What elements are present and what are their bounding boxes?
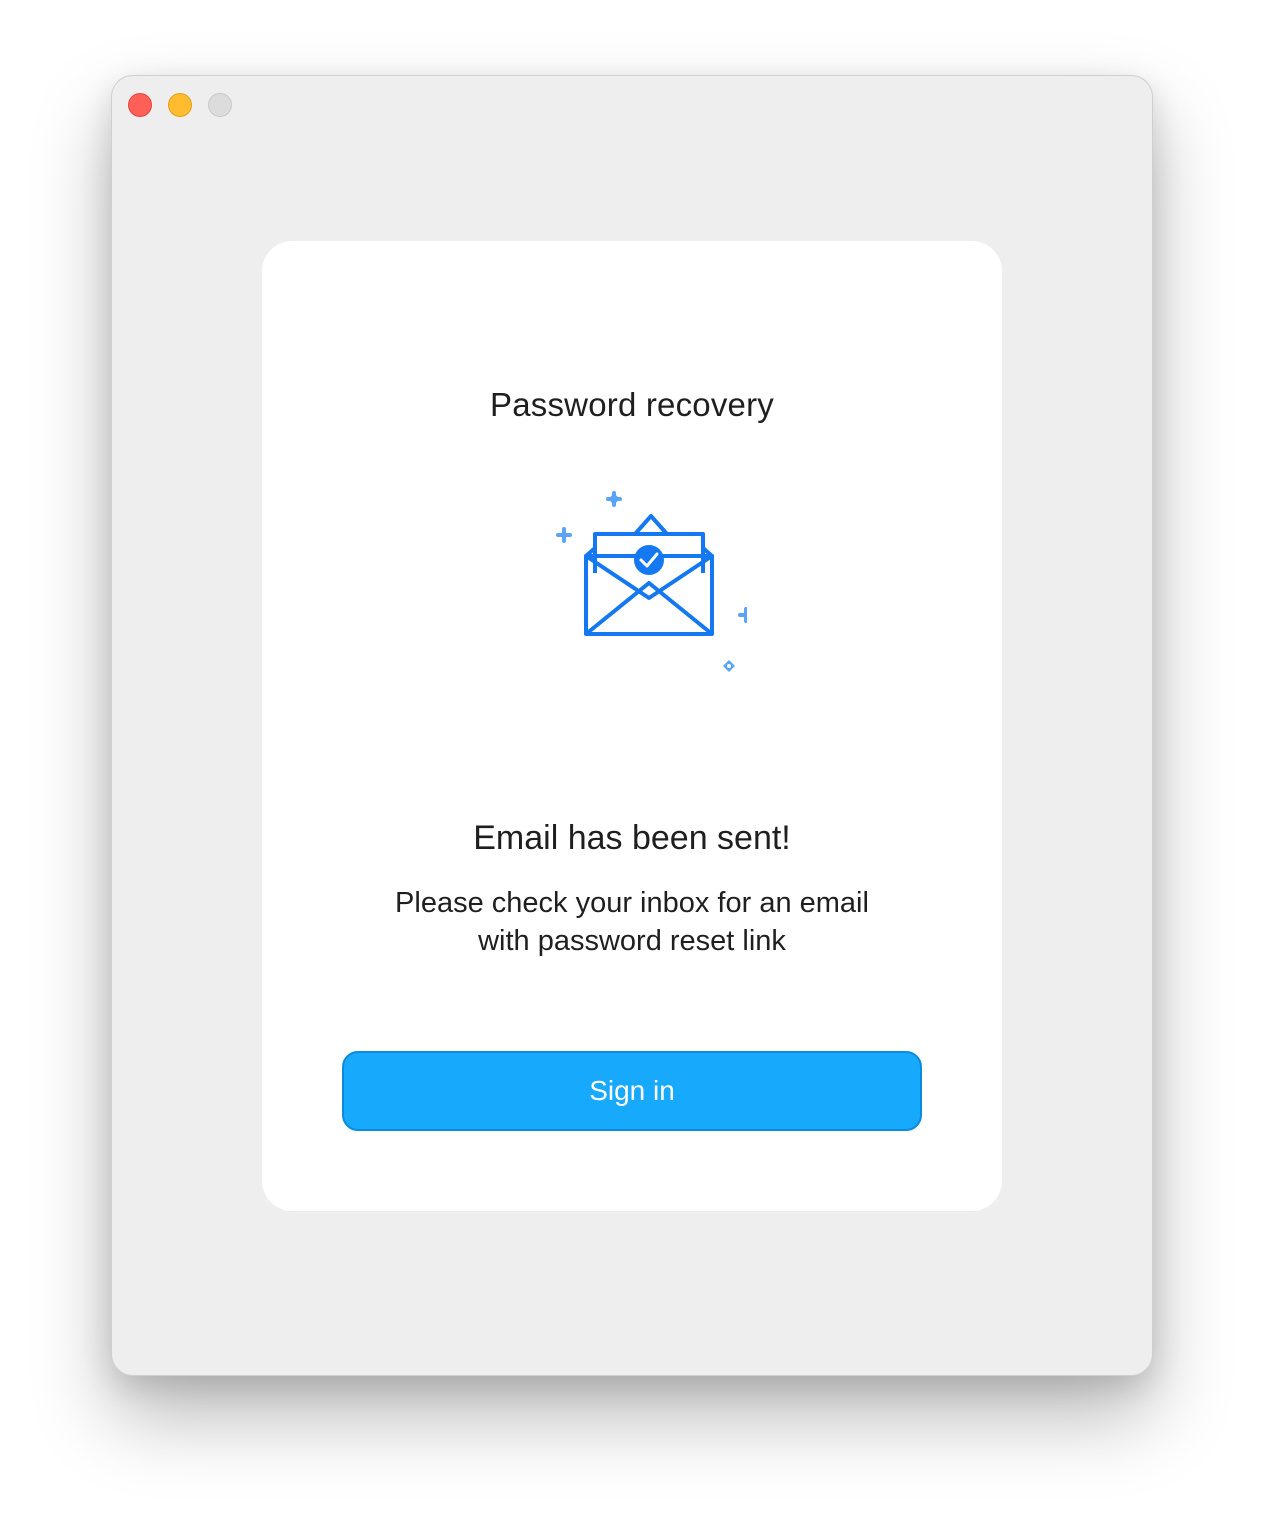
minimize-window-button[interactable] <box>168 93 192 117</box>
status-message: Please check your inbox for an email wit… <box>322 884 942 960</box>
sparkle-icon <box>556 527 572 543</box>
status-message-line: with password reset link <box>478 925 786 957</box>
sparkle-icon <box>723 660 735 672</box>
app-window: Password recovery Email has been sent! P… <box>111 75 1153 1376</box>
sparkle-icon <box>606 491 622 507</box>
status-message-line: Please check your inbox for an email <box>395 887 869 919</box>
password-recovery-card: Password recovery Email has been sent! P… <box>262 241 1002 1211</box>
page-title: Password recovery <box>490 386 774 423</box>
status-heading: Email has been sent! <box>473 819 791 857</box>
close-window-button[interactable] <box>128 93 152 117</box>
zoom-window-button[interactable] <box>208 93 232 117</box>
envelope-check-icon <box>556 491 747 672</box>
screen: Password recovery Email has been sent! P… <box>0 0 1264 1524</box>
window-controls <box>128 93 232 117</box>
sparkle-icon <box>738 607 747 623</box>
sign-in-button[interactable]: Sign in <box>342 1051 922 1131</box>
